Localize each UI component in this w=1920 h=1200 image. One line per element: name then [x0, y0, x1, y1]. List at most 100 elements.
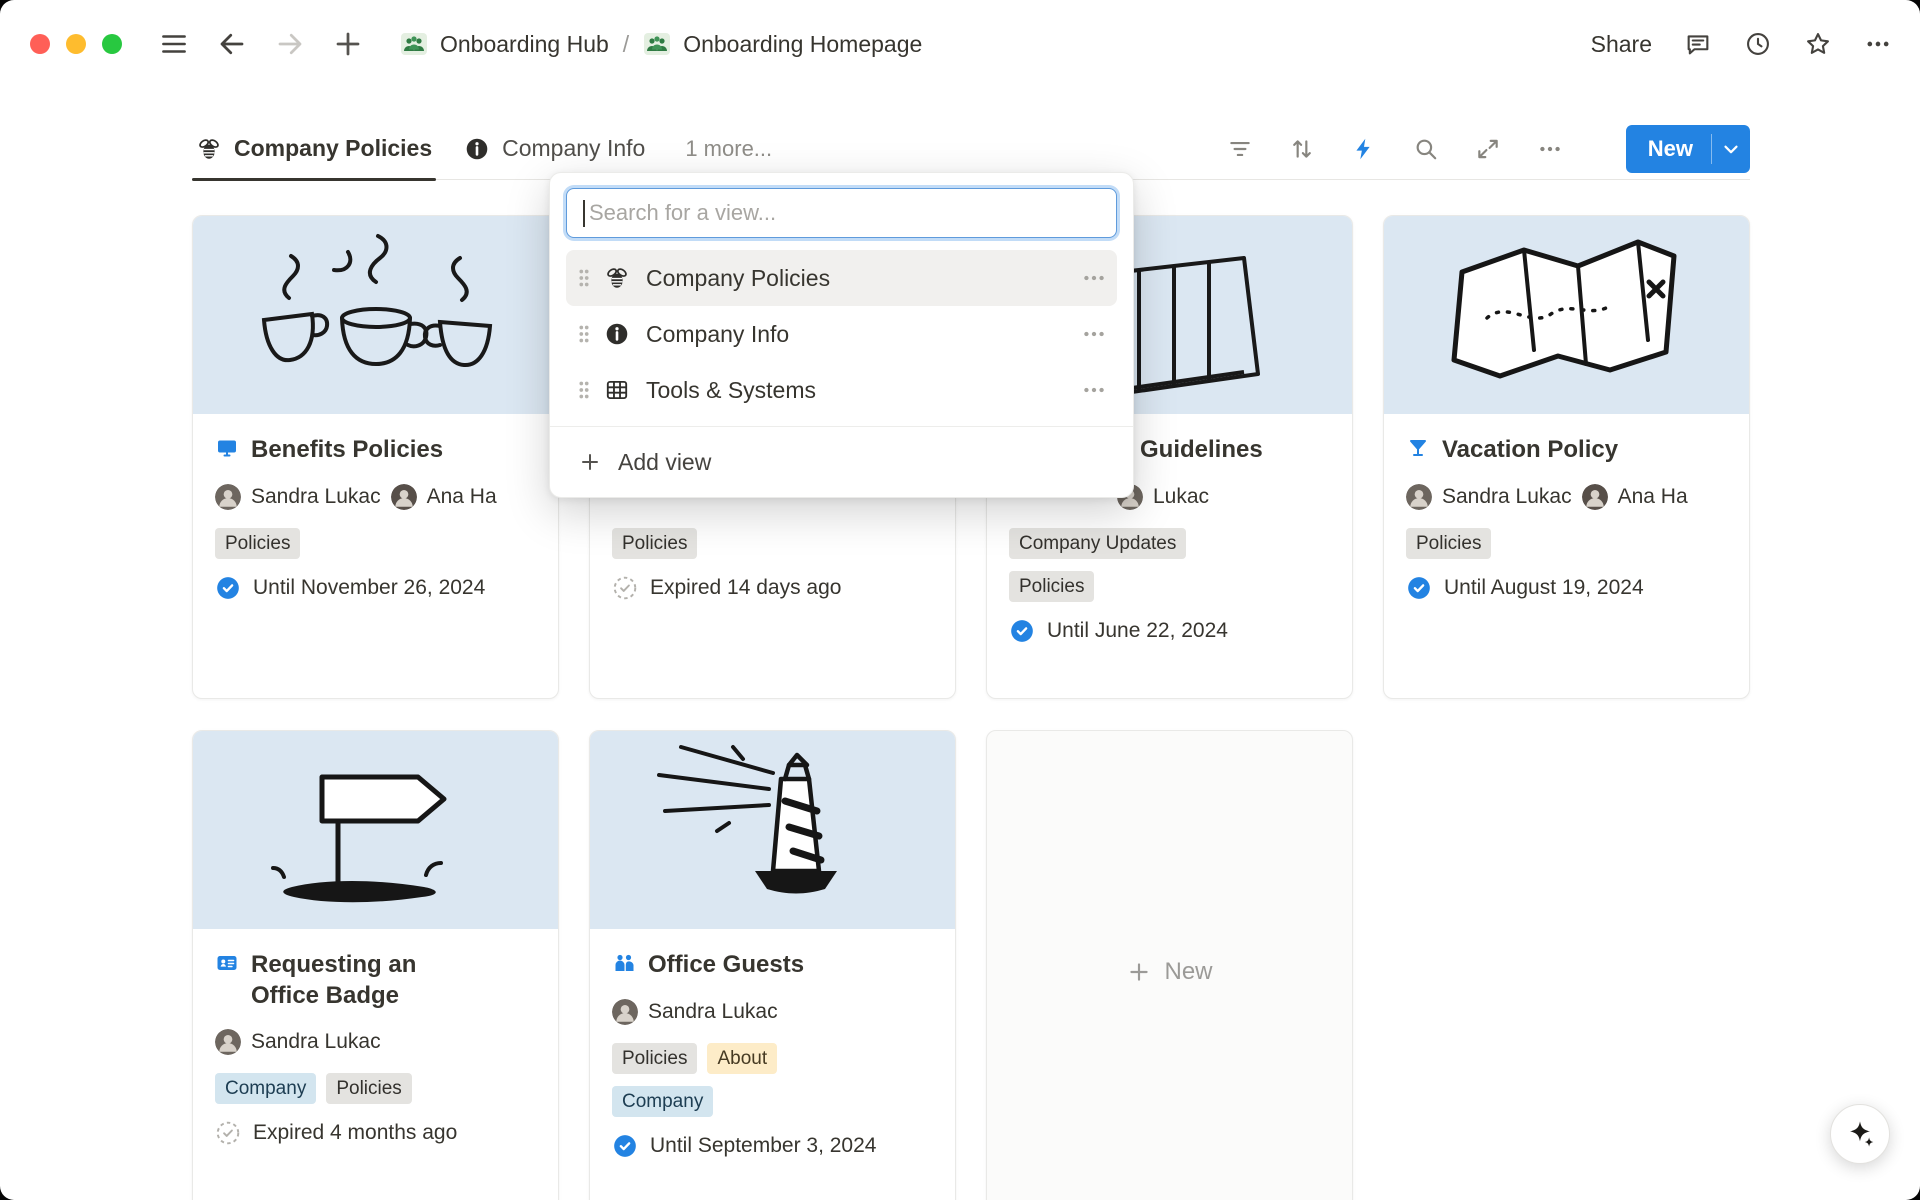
view-item-menu-button[interactable]: [1081, 377, 1107, 403]
card-title: Requesting an Office Badge: [251, 949, 416, 1011]
view-item-tools-systems[interactable]: Tools & Systems: [566, 362, 1117, 418]
chevron-down-icon: [1720, 138, 1742, 160]
ellipsis-icon: [1081, 265, 1107, 291]
card-cover: [590, 731, 955, 929]
titlebar-actions: Share: [1591, 30, 1904, 58]
verified-badge-icon: [215, 575, 241, 601]
tags-property: Company: [612, 1086, 933, 1117]
tag: Policies: [612, 528, 697, 559]
page-more-button[interactable]: [1864, 30, 1892, 58]
card-title-row: Requesting an Office Badge: [215, 949, 536, 1011]
menu-divider: [550, 426, 1133, 427]
back-button[interactable]: [214, 26, 250, 62]
filter-icon: [1227, 136, 1253, 162]
person-name: Sandra Lukac: [648, 1000, 778, 1024]
view-item-menu-button[interactable]: [1081, 321, 1107, 347]
ellipsis-icon: [1081, 377, 1107, 403]
coffee-mugs-illustration: [226, 220, 526, 410]
view-more-button[interactable]: [1536, 135, 1564, 163]
date-property: Until June 22, 2024: [1009, 618, 1330, 644]
card-body: Vacation Policy Sandra Lukac Ana Ha Poli…: [1384, 414, 1749, 621]
drag-handle-icon[interactable]: [576, 265, 592, 291]
avatar: [1582, 484, 1608, 510]
share-button[interactable]: Share: [1591, 31, 1652, 58]
forward-button[interactable]: [272, 26, 308, 62]
tag: Company: [215, 1073, 316, 1104]
new-button[interactable]: New: [1626, 125, 1750, 173]
tag: Company: [612, 1086, 713, 1117]
new-page-button[interactable]: [330, 26, 366, 62]
tab-company-policies[interactable]: Company Policies: [192, 118, 436, 179]
people-property: Sandra Lukac: [612, 999, 933, 1025]
sparkle-icon: [1844, 1118, 1876, 1150]
new-card-label: New: [1164, 958, 1212, 986]
status-property: Expired 14 days ago: [612, 575, 933, 601]
filter-button[interactable]: [1226, 135, 1254, 163]
views-dropdown: Company Policies Company Info: [549, 172, 1134, 498]
tags-property: Company Updates: [1009, 528, 1330, 559]
drag-handle-icon[interactable]: [576, 377, 592, 403]
card-benefits-policies[interactable]: Benefits Policies Sandra Lukac Ana Ha Po…: [192, 215, 559, 699]
sort-button[interactable]: [1288, 135, 1316, 163]
drag-handle-icon[interactable]: [576, 321, 592, 347]
onboarding-hub-page-icon: [400, 30, 428, 58]
table-icon: [604, 377, 630, 403]
card-body: Office Guests Sandra Lukac Policies Abou…: [590, 929, 955, 1179]
breadcrumb-root[interactable]: Onboarding Hub: [440, 31, 609, 58]
updates-button[interactable]: [1744, 30, 1772, 58]
card-office-badge[interactable]: Requesting an Office Badge Sandra Lukac …: [192, 730, 559, 1200]
traffic-lights: [30, 34, 122, 54]
sidebar-menu-button[interactable]: [156, 26, 192, 62]
close-window-button[interactable]: [30, 34, 50, 54]
ellipsis-icon: [1864, 30, 1892, 58]
lighthouse-illustration: [623, 735, 923, 925]
new-button-dropdown[interactable]: [1712, 138, 1750, 160]
card-body: Requesting an Office Badge Sandra Lukac …: [193, 929, 558, 1166]
people-property: Sandra Lukac Ana Ha: [1406, 484, 1727, 510]
minimize-window-button[interactable]: [66, 34, 86, 54]
status-property: Expired 4 months ago: [215, 1120, 536, 1146]
view-search-input[interactable]: [566, 188, 1117, 238]
card-title: Benefits Policies: [251, 434, 443, 466]
avatar: [215, 484, 241, 510]
people-property: Sandra Lukac Ana Ha: [215, 484, 536, 510]
view-item-company-info[interactable]: Company Info: [566, 306, 1117, 362]
view-item-label: Company Policies: [646, 265, 1081, 292]
expand-arrows-icon: [1475, 136, 1501, 162]
card-office-guests[interactable]: Office Guests Sandra Lukac Policies Abou…: [589, 730, 956, 1200]
card-vacation-policy[interactable]: Vacation Policy Sandra Lukac Ana Ha Poli…: [1383, 215, 1750, 699]
favorite-button[interactable]: [1804, 30, 1832, 58]
date-property: Until November 26, 2024: [215, 575, 536, 601]
person-name: Sandra Lukac: [251, 485, 381, 509]
avatar: [391, 484, 417, 510]
search-icon: [1413, 136, 1439, 162]
view-item-menu-button[interactable]: [1081, 265, 1107, 291]
comments-button[interactable]: [1684, 30, 1712, 58]
text-caret: [583, 200, 585, 227]
star-icon: [1804, 30, 1832, 58]
breadcrumb-page[interactable]: Onboarding Homepage: [683, 31, 922, 58]
tag: Policies: [1406, 528, 1491, 559]
automations-button[interactable]: [1350, 135, 1378, 163]
tags-property: Policies About: [612, 1043, 933, 1074]
tag: Policies: [215, 528, 300, 559]
info-icon: [464, 136, 490, 162]
zoom-window-button[interactable]: [102, 34, 122, 54]
tab-company-info[interactable]: Company Info: [460, 118, 649, 179]
plus-icon: [1126, 959, 1152, 985]
expired-dashed-check-icon: [215, 1120, 241, 1146]
date-property: Until August 19, 2024: [1406, 575, 1727, 601]
card-title-row: Benefits Policies: [215, 434, 536, 466]
view-item-company-policies[interactable]: Company Policies: [566, 250, 1117, 306]
tags-property: Company Policies: [215, 1073, 536, 1104]
verified-badge-icon: [1009, 618, 1035, 644]
plus-icon: [578, 450, 602, 474]
more-views-button[interactable]: 1 more...: [685, 136, 772, 162]
ai-assistant-button[interactable]: [1830, 1104, 1890, 1164]
new-card-button[interactable]: New: [986, 730, 1353, 1200]
expired-dashed-check-icon: [612, 575, 638, 601]
expand-button[interactable]: [1474, 135, 1502, 163]
add-view-button[interactable]: Add view: [566, 435, 1117, 489]
forward-arrow-icon: [275, 29, 305, 59]
search-button[interactable]: [1412, 135, 1440, 163]
